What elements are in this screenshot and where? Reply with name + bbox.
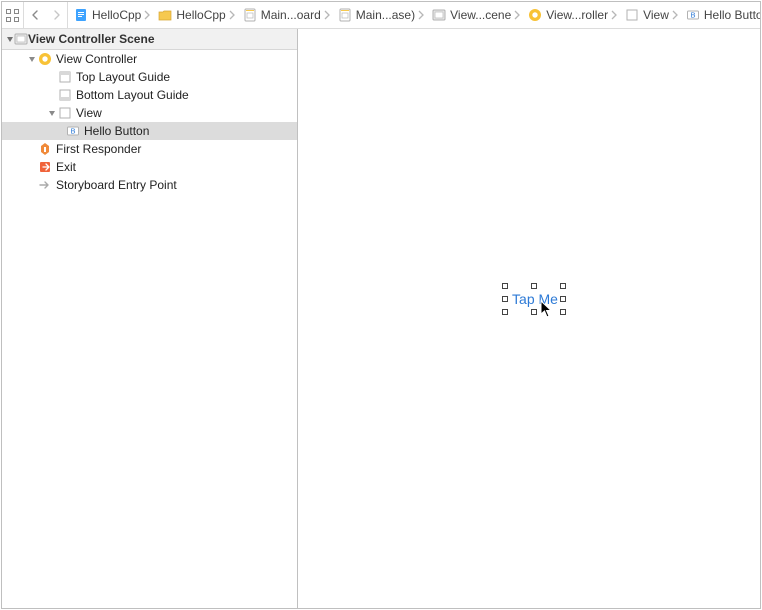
file-blue-icon bbox=[74, 8, 88, 22]
chevron-right-icon bbox=[228, 10, 236, 20]
breadcrumb-view[interactable]: View bbox=[622, 8, 683, 22]
vc-yellow-icon bbox=[38, 52, 52, 66]
disclosure-triangle-icon[interactable] bbox=[6, 35, 14, 43]
layout-guide-icon bbox=[58, 88, 72, 102]
breadcrumb-list: HelloCpp HelloCpp Main...oard Main...ase… bbox=[68, 8, 760, 22]
breadcrumb-group[interactable]: HelloCpp bbox=[155, 8, 239, 22]
chevron-right-icon bbox=[513, 10, 521, 20]
chevron-right-icon bbox=[417, 10, 425, 20]
breadcrumb-view-controller[interactable]: View...roller bbox=[525, 8, 622, 22]
chevron-right-icon bbox=[53, 10, 61, 20]
scene-gray-icon bbox=[14, 32, 28, 46]
outline-row-label: View bbox=[76, 106, 102, 120]
breadcrumb-bar: HelloCpp HelloCpp Main...oard Main...ase… bbox=[2, 2, 760, 29]
grid-icon bbox=[6, 9, 19, 22]
breadcrumb-label: Hello Button bbox=[704, 8, 760, 22]
breadcrumb-storyboard-base[interactable]: Main...ase) bbox=[335, 8, 429, 22]
chevron-right-icon bbox=[143, 10, 151, 20]
vc-yellow-icon bbox=[528, 8, 542, 22]
svg-text:B: B bbox=[70, 127, 75, 136]
breadcrumb-project[interactable]: HelloCpp bbox=[71, 8, 155, 22]
layout-guide-icon bbox=[58, 70, 72, 84]
outline-row-label: Top Layout Guide bbox=[76, 70, 170, 84]
breadcrumb-scene[interactable]: View...cene bbox=[429, 8, 525, 22]
outline-exit[interactable]: Exit bbox=[2, 158, 297, 176]
outline-scene-header[interactable]: View Controller Scene bbox=[2, 29, 297, 50]
outline-bottom-layout-guide[interactable]: Bottom Layout Guide bbox=[2, 86, 297, 104]
canvas-button-tap-me[interactable]: Tap Me bbox=[506, 289, 564, 309]
breadcrumb-label: View...cene bbox=[450, 8, 511, 22]
scene-gray-icon bbox=[432, 8, 446, 22]
outline-row-label: View Controller bbox=[56, 52, 137, 66]
nav-forward-button[interactable] bbox=[46, 2, 68, 28]
outline-hello-button[interactable]: B Hello Button bbox=[2, 122, 297, 140]
file-gray-icon bbox=[338, 8, 352, 22]
chevron-right-icon bbox=[323, 10, 331, 20]
file-gray-icon bbox=[243, 8, 257, 22]
outline-header-label: View Controller Scene bbox=[28, 32, 155, 46]
button-blue-icon: B bbox=[66, 124, 80, 138]
breadcrumb-label: Main...oard bbox=[261, 8, 321, 22]
chevron-right-icon bbox=[610, 10, 618, 20]
selection-handle[interactable] bbox=[560, 296, 566, 302]
view-gray-icon bbox=[58, 106, 72, 120]
breadcrumb-label: View...roller bbox=[546, 8, 608, 22]
disclosure-triangle-icon[interactable] bbox=[28, 55, 36, 63]
selection-handle[interactable] bbox=[560, 283, 566, 289]
view-gray-icon bbox=[625, 8, 639, 22]
chevron-left-icon bbox=[31, 10, 39, 20]
outline-top-layout-guide[interactable]: Top Layout Guide bbox=[2, 68, 297, 86]
breadcrumb-button[interactable]: B Hello Button bbox=[683, 8, 760, 22]
outline-first-responder[interactable]: First Responder bbox=[2, 140, 297, 158]
outline-view[interactable]: View bbox=[2, 104, 297, 122]
related-items-button[interactable] bbox=[2, 2, 24, 28]
folder-yellow-icon bbox=[158, 9, 172, 21]
selection-handle[interactable] bbox=[531, 309, 537, 315]
outline-entry-point[interactable]: Storyboard Entry Point bbox=[2, 176, 297, 194]
outline-row-label: Bottom Layout Guide bbox=[76, 88, 189, 102]
selection-handle[interactable] bbox=[502, 283, 508, 289]
nav-back-button[interactable] bbox=[24, 2, 46, 28]
selection-handle[interactable] bbox=[560, 309, 566, 315]
outline-row-label: Storyboard Entry Point bbox=[56, 178, 177, 192]
first-responder-icon bbox=[38, 142, 52, 156]
canvas-button-label: Tap Me bbox=[512, 291, 558, 307]
button-blue-icon: B bbox=[686, 8, 700, 22]
selection-handle[interactable] bbox=[531, 283, 537, 289]
selection-handle[interactable] bbox=[502, 296, 508, 302]
breadcrumb-label: View bbox=[643, 8, 669, 22]
selection-handle[interactable] bbox=[502, 309, 508, 315]
outline-row-label: Exit bbox=[56, 160, 76, 174]
outline-view-controller[interactable]: View Controller bbox=[2, 50, 297, 68]
chevron-right-icon bbox=[671, 10, 679, 20]
exit-icon bbox=[38, 160, 52, 174]
breadcrumb-label: HelloCpp bbox=[92, 8, 141, 22]
interface-builder-canvas[interactable]: Tap Me bbox=[298, 29, 760, 608]
svg-text:B: B bbox=[690, 11, 695, 20]
outline-row-label: First Responder bbox=[56, 142, 141, 156]
breadcrumb-label: HelloCpp bbox=[176, 8, 225, 22]
outline-row-label: Hello Button bbox=[84, 124, 149, 138]
entry-arrow-icon bbox=[38, 178, 52, 192]
document-outline: View Controller Scene View Controller To… bbox=[2, 29, 298, 608]
disclosure-triangle-icon[interactable] bbox=[48, 109, 56, 117]
breadcrumb-storyboard[interactable]: Main...oard bbox=[240, 8, 335, 22]
breadcrumb-label: Main...ase) bbox=[356, 8, 415, 22]
